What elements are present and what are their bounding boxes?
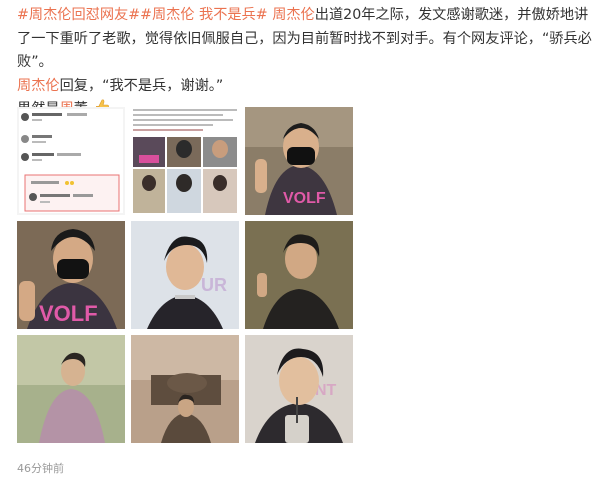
post-text-2: 回复，“我不是兵，谢谢。”: [59, 77, 224, 94]
image-6-photo[interactable]: [245, 221, 353, 329]
topic-tag-2[interactable]: #周杰伦 我不是兵#: [140, 7, 268, 23]
timestamp[interactable]: 46分钟前: [17, 460, 64, 476]
svg-text:UR: UR: [201, 275, 227, 295]
mention-jay-2[interactable]: 周杰伦: [17, 78, 60, 94]
image-9-photo[interactable]: NT: [245, 335, 353, 443]
image-5-photo[interactable]: UR: [131, 221, 239, 329]
topic-tag-1[interactable]: #周杰伦回怼网友#: [17, 7, 140, 23]
image-4-photo[interactable]: VOLF: [17, 221, 125, 329]
post-body: #周杰伦回怼网友##周杰伦 我不是兵# 周杰伦出道20年之际，发文感谢歌迷，并傲…: [17, 4, 597, 122]
svg-text:VOLF: VOLF: [283, 190, 326, 207]
image-8-photo[interactable]: [131, 335, 239, 443]
image-1-screenshot[interactable]: [17, 107, 125, 215]
image-3-photo[interactable]: VOLF: [245, 107, 353, 215]
mention-jay[interactable]: 周杰伦: [272, 7, 315, 23]
image-7-photo[interactable]: [17, 335, 125, 443]
image-2-collage[interactable]: [131, 107, 239, 215]
svg-text:VOLF: VOLF: [39, 301, 98, 326]
